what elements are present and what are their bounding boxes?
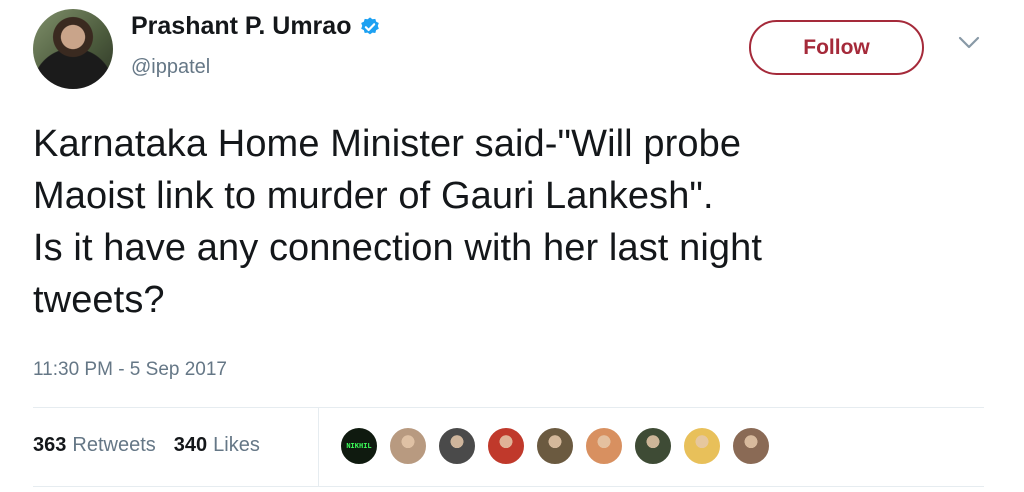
liker-avatar[interactable] [633,426,673,466]
liker-avatar[interactable] [682,426,722,466]
likes-stat[interactable]: 340 Likes [174,434,260,457]
liker-avatar[interactable] [437,426,477,466]
tweet-stats: 363 Retweets 340 Likes [33,434,260,457]
liker-avatar[interactable]: NIKHIL [339,426,379,466]
tweet-line: Karnataka Home Minister said-"Will probe [33,123,742,165]
tweet-line: Maoist link to murder of Gauri Lankesh". [33,175,714,217]
liker-avatars: NIKHIL [339,426,780,466]
follow-button[interactable]: Follow [749,20,924,75]
liker-avatar[interactable] [388,426,428,466]
tweet-line: Is it have any connection with her last … [33,227,763,269]
avatar[interactable] [33,9,113,89]
stats-separator [318,408,319,486]
divider [33,486,984,487]
liker-avatar[interactable] [535,426,575,466]
tweet-timestamp[interactable]: 11:30 PM - 5 Sep 2017 [33,359,227,381]
tweet-text: Karnataka Home Minister said-"Will probe… [33,118,993,326]
user-name[interactable]: Prashant P. Umrao [131,12,351,41]
chevron-down-icon[interactable] [958,36,980,50]
user-handle[interactable]: @ippatel [131,56,210,79]
liker-avatar[interactable] [584,426,624,466]
retweets-stat[interactable]: 363 Retweets [33,434,156,457]
liker-avatar[interactable] [731,426,771,466]
verified-badge-icon [361,16,380,34]
user-name-row[interactable]: Prashant P. Umrao [131,12,381,41]
liker-avatar-label: NIKHIL [346,442,372,450]
tweet-line: tweets? [33,279,165,321]
liker-avatar[interactable] [486,426,526,466]
divider [33,407,984,408]
